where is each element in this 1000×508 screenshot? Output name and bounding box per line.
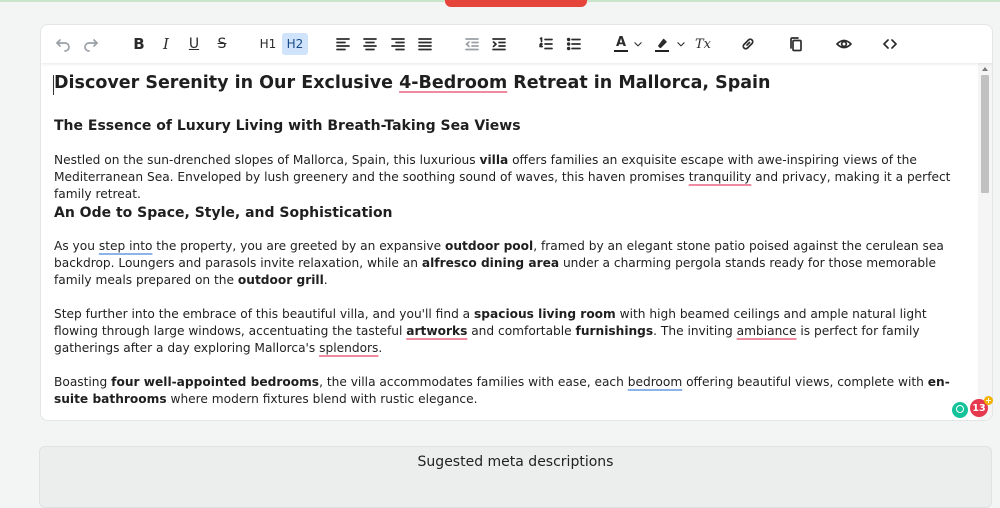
align-center-icon — [363, 38, 377, 51]
link-button[interactable] — [738, 33, 758, 55]
align-right-icon — [391, 38, 405, 51]
align-right-button[interactable] — [388, 33, 408, 55]
outdent-icon — [465, 38, 479, 51]
editor-toolbar: B I U S H1 H2 A Tx — [41, 25, 992, 63]
p3-text-k: . — [378, 341, 383, 355]
code-icon — [883, 39, 897, 49]
paragraph-3: Step further into the embrace of this be… — [54, 306, 969, 357]
p3-bold-living: spacious living room — [474, 307, 616, 321]
grammar-ring — [956, 405, 964, 413]
p1-text-a: Nestled on the sun-drenched slopes of Ma… — [54, 153, 480, 167]
copy-icon — [790, 37, 802, 52]
text-color-button[interactable]: A — [611, 33, 631, 55]
p2-text-a: As you — [54, 239, 99, 253]
ordered-list-button[interactable] — [536, 33, 556, 55]
section-heading-2: An Ode to Space, Style, and Sophisticati… — [54, 205, 393, 221]
p3-spell-splendors: splendors — [319, 341, 379, 355]
eye-icon — [836, 39, 852, 49]
link-icon — [742, 38, 754, 50]
p4-text-e: offering beautiful views, complete with — [682, 375, 928, 389]
editor-content[interactable]: Discover Serenity in Our Exclusive 4-Bed… — [41, 63, 978, 420]
italic-button[interactable]: I — [156, 33, 176, 55]
chevron-down-icon — [634, 42, 642, 47]
p3-bold-artworks: artworks — [406, 324, 468, 338]
indent-button[interactable] — [489, 33, 509, 55]
p3-spell-ambiance: ambiance — [736, 324, 797, 338]
paragraph-4: Boasting four well-appointed bedrooms, t… — [54, 374, 969, 408]
scroll-up-arrow-icon[interactable] — [982, 67, 988, 71]
p2-text-c: the property, you are greeted by an expa… — [152, 239, 445, 253]
bullet-list-button[interactable] — [564, 33, 584, 55]
p4-grammar-bedroom: bedroom — [627, 375, 683, 389]
title-part-2: 4-Bedroom — [399, 73, 508, 93]
highlighter-icon — [658, 38, 667, 48]
p2-grammar-step-into: step into — [98, 239, 153, 253]
document-title: Discover Serenity in Our Exclusive 4-Bed… — [54, 73, 771, 93]
title-part-1: Discover Serenity in Our Exclusive — [54, 73, 400, 93]
p4-text-g: where modern fixtures blend with rustic … — [166, 392, 478, 406]
align-left-button[interactable] — [333, 33, 353, 55]
p4-text-a: Boasting — [54, 375, 112, 389]
clear-format-button[interactable]: Tx — [693, 33, 713, 55]
grammar-assistant-icon[interactable] — [951, 401, 969, 419]
indent-icon — [492, 38, 506, 51]
ordered-list-icon — [539, 37, 553, 50]
section-heading-1: The Essence of Luxury Living with Breath… — [54, 118, 521, 134]
undo-icon — [56, 39, 70, 52]
source-code-button[interactable] — [880, 33, 900, 55]
redo-button[interactable] — [81, 33, 101, 55]
p2-text-i: . — [323, 273, 328, 287]
chevron-down-icon — [677, 42, 685, 47]
preview-button[interactable] — [833, 33, 855, 55]
paragraph-2: As you step into the property, you are g… — [54, 238, 969, 289]
paragraph-1: Nestled on the sun-drenched slopes of Ma… — [54, 152, 969, 203]
text-color-label: A — [615, 35, 627, 50]
p1-spell-tranquility: tranquility — [688, 170, 752, 184]
rich-text-editor: B I U S H1 H2 A Tx Discover Serenity in … — [40, 24, 993, 421]
p3-bold-furnishings: furnishings — [575, 324, 654, 338]
align-justify-button[interactable] — [415, 33, 435, 55]
badge-plus-icon: + — [984, 396, 993, 405]
heading-1-button[interactable]: H1 — [255, 33, 281, 55]
p4-bold-bedrooms: four well-appointed bedrooms — [111, 375, 320, 389]
highlight-button[interactable] — [651, 33, 673, 55]
meta-descriptions-panel: Sugested meta descriptions — [39, 446, 992, 508]
text-color-swatch — [614, 50, 628, 52]
p3-text-e: and comfortable — [467, 324, 576, 338]
editor-scrollbar[interactable] — [978, 63, 992, 420]
undo-button[interactable] — [53, 33, 73, 55]
bullet-list-icon — [566, 37, 581, 51]
p3-text-a: Step further into the embrace of this be… — [54, 307, 475, 321]
heading-2-button[interactable]: H2 — [282, 33, 308, 55]
copy-button[interactable] — [786, 33, 806, 55]
strikethrough-button[interactable]: S — [212, 33, 232, 55]
align-justify-icon — [418, 38, 432, 51]
p3-text-g: . The inviting — [653, 324, 737, 338]
bold-button[interactable]: B — [129, 33, 149, 55]
redo-icon — [84, 39, 98, 52]
align-center-button[interactable] — [360, 33, 380, 55]
p2-bold-grill: outdoor grill — [237, 273, 324, 287]
highlight-dropdown[interactable] — [675, 33, 687, 55]
meta-panel-title: Sugested meta descriptions — [417, 454, 614, 470]
underline-button[interactable]: U — [184, 33, 204, 55]
text-color-dropdown[interactable] — [632, 33, 644, 55]
scrollbar-thumb[interactable] — [981, 75, 989, 193]
outdent-button[interactable] — [462, 33, 482, 55]
p2-bold-pool: outdoor pool — [444, 239, 534, 253]
p4-text-c: , the villa accommodates families with e… — [319, 375, 628, 389]
p1-bold-villa: villa — [479, 153, 509, 167]
highlight-swatch — [655, 49, 669, 52]
active-tab-indicator — [445, 0, 587, 7]
align-left-icon — [336, 38, 350, 51]
title-part-3: Retreat in Mallorca, Spain — [507, 73, 771, 93]
p2-bold-alfresco: alfresco dining area — [421, 256, 560, 270]
